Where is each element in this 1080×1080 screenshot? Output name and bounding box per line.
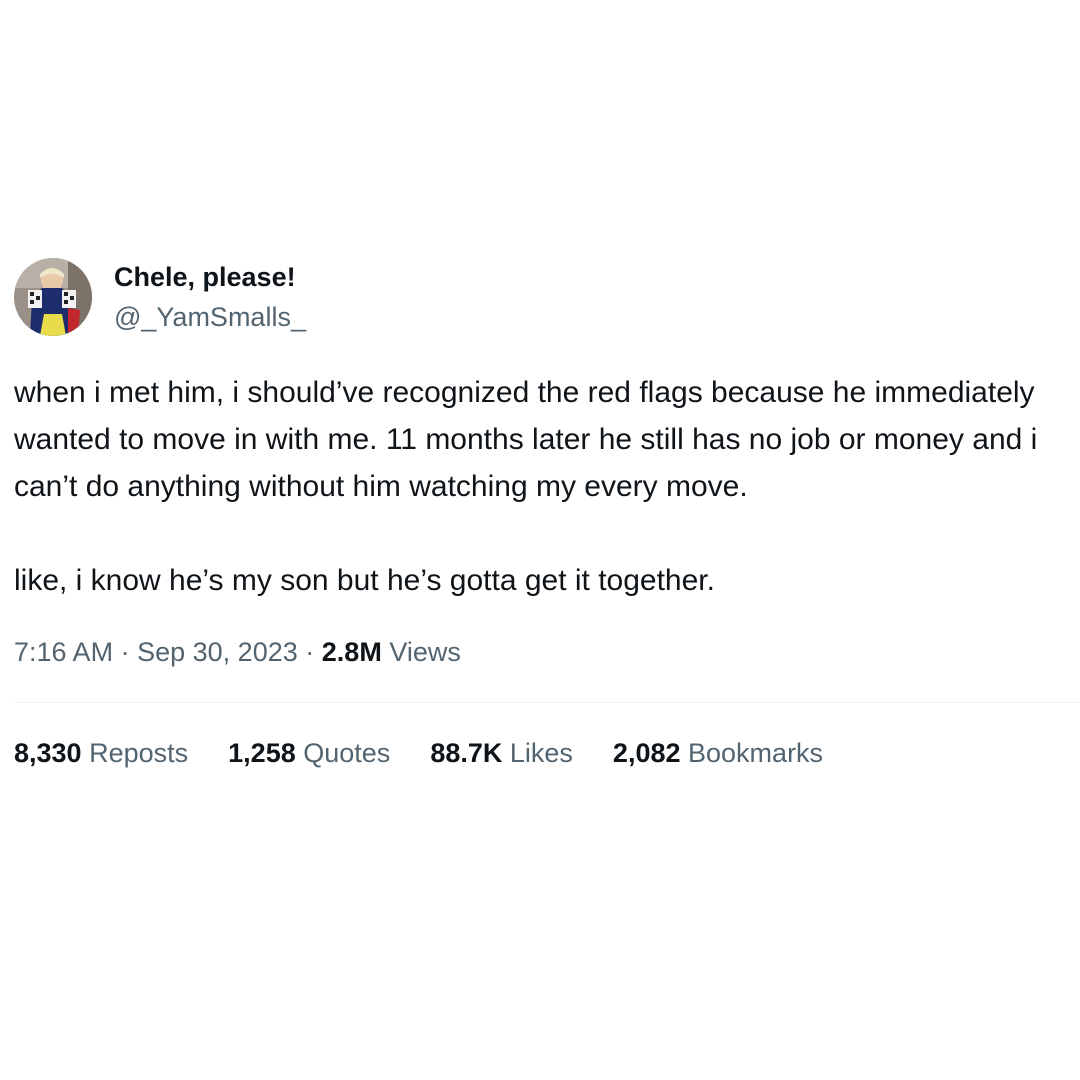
meta-separator: · xyxy=(305,637,315,667)
quotes-count: 1,258 xyxy=(228,738,296,768)
tweet-header: Chele, please! @_YamSmalls_ xyxy=(14,255,1080,339)
reposts-count: 8,330 xyxy=(14,738,82,768)
bookmarks-stat[interactable]: 2,082 Bookmarks xyxy=(613,735,823,771)
quotes-stat[interactable]: 1,258 Quotes xyxy=(228,735,390,771)
likes-stat[interactable]: 88.7K Likes xyxy=(430,735,573,771)
tweet-text: when i met him, i should’ve recognized t… xyxy=(14,369,1076,604)
profile-photo-icon xyxy=(14,258,92,336)
divider xyxy=(14,702,1080,703)
views-count: 2.8M xyxy=(321,637,382,667)
tweet-time[interactable]: 7:16 AM xyxy=(14,637,113,667)
tweet-paragraph: when i met him, i should’ve recognized t… xyxy=(14,376,1038,503)
likes-label: Likes xyxy=(509,738,573,768)
author-names[interactable]: Chele, please! @_YamSmalls_ xyxy=(114,260,306,334)
tweet-card: Chele, please! @_YamSmalls_ when i met h… xyxy=(14,255,1080,771)
meta-separator: · xyxy=(120,637,130,667)
quotes-label: Quotes xyxy=(303,738,391,768)
bookmarks-count: 2,082 xyxy=(612,738,681,768)
bookmarks-label: Bookmarks xyxy=(688,738,824,768)
tweet-meta: 7:16 AM · Sep 30, 2023 · 2.8M Views xyxy=(14,634,1080,670)
reposts-stat[interactable]: 8,330 Reposts xyxy=(14,735,188,771)
views-label: Views xyxy=(389,637,461,667)
tweet-date[interactable]: Sep 30, 2023 xyxy=(137,637,298,667)
author-display-name[interactable]: Chele, please! xyxy=(114,260,306,294)
avatar[interactable] xyxy=(14,258,92,336)
tweet-paragraph: like, i know he’s my son but he’s gotta … xyxy=(14,564,715,597)
author-handle[interactable]: @_YamSmalls_ xyxy=(114,300,306,334)
likes-count: 88.7K xyxy=(430,738,503,768)
reposts-label: Reposts xyxy=(89,738,189,768)
engagement-stats: 8,330 Reposts 1,258 Quotes 88.7K Likes 2… xyxy=(14,735,1080,771)
